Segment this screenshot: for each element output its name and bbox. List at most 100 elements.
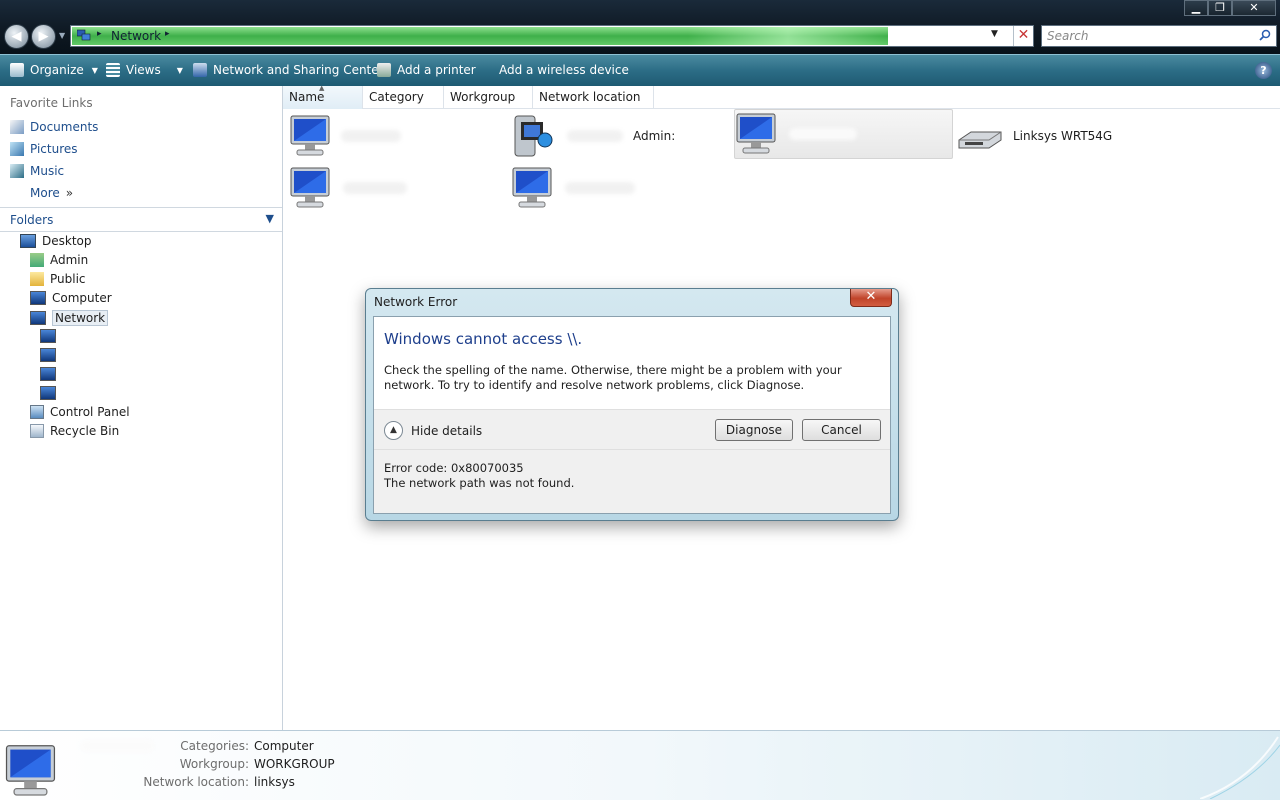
column-label: Name: [289, 90, 325, 104]
tree-item-desktop[interactable]: Desktop: [20, 234, 92, 248]
views-icon: [106, 63, 120, 77]
tree-item-control-panel[interactable]: Control Panel: [30, 405, 130, 419]
computer-icon: [30, 291, 46, 305]
music-icon: [10, 164, 24, 178]
pictures-icon: [10, 142, 24, 156]
views-button[interactable]: Views ▼: [106, 63, 183, 77]
column-label: Category: [369, 90, 424, 104]
column-header-name[interactable]: ▲ Name: [283, 84, 363, 109]
tree-item-network-pc[interactable]: [40, 329, 62, 343]
network-computer-item[interactable]: [289, 164, 499, 212]
column-header-category[interactable]: Category: [363, 86, 444, 109]
chevron-down-icon[interactable]: ▼: [266, 212, 274, 225]
favorite-label: Pictures: [30, 142, 78, 156]
double-chevron-icon: »: [65, 186, 74, 200]
back-button[interactable]: ◀: [4, 24, 29, 49]
dialog-close-button[interactable]: ✕: [850, 289, 892, 307]
hide-details-toggle[interactable]: ▲ Hide details: [384, 421, 482, 440]
folders-title: Folders: [10, 213, 54, 227]
dialog-body: Windows cannot access \\. Check the spel…: [373, 316, 891, 514]
search-input[interactable]: Search: [1041, 25, 1277, 47]
breadcrumb-separator-icon: ▸: [97, 29, 102, 39]
more-links[interactable]: More »: [30, 186, 73, 200]
address-bar[interactable]: ▸ Network ▸ ▼ ✕: [70, 25, 1034, 47]
tree-item-recycle-bin[interactable]: Recycle Bin: [30, 424, 119, 438]
tree-item-computer[interactable]: Computer: [30, 291, 112, 305]
chevron-up-icon: ▲: [384, 421, 403, 440]
workgroup-label: Workgroup:: [179, 757, 249, 771]
network-computer-item-selected[interactable]: [734, 109, 953, 159]
views-label: Views: [126, 63, 161, 77]
categories-label: Categories:: [180, 739, 249, 753]
help-icon[interactable]: ?: [1255, 62, 1272, 79]
network-center-icon: [193, 63, 207, 77]
tree-item-network-pc[interactable]: [40, 386, 62, 400]
decorative-swoosh: [1200, 736, 1280, 799]
stop-button[interactable]: ✕: [1013, 26, 1033, 46]
media-server-icon: [514, 115, 553, 157]
address-dropdown-icon[interactable]: ▼: [991, 29, 998, 39]
more-label: More: [30, 186, 60, 200]
breadcrumb-network[interactable]: Network: [111, 29, 161, 43]
tree-item-network-pc[interactable]: [40, 367, 62, 381]
network-error-dialog: Network Error ✕ Windows cannot access \\…: [365, 288, 899, 521]
network-icon: [77, 29, 91, 41]
router-icon: [958, 131, 1002, 149]
organize-button[interactable]: Organize ▼: [10, 63, 98, 77]
tree-item-network-pc[interactable]: [40, 348, 62, 362]
network-computer-item[interactable]: [289, 112, 499, 160]
add-wireless-label: Add a wireless device: [499, 63, 629, 77]
favorite-documents[interactable]: Documents: [10, 120, 98, 134]
title-bar: ◀ ▶ ▼ ▸ Network ▸ ▼ ✕ Search ▁ ❐ ✕: [0, 0, 1280, 54]
printer-icon: [377, 63, 391, 77]
folders-header[interactable]: Folders ▼: [0, 207, 282, 232]
error-code: Error code: 0x80070035: [384, 461, 524, 475]
router-label: Linksys WRT54G: [1013, 129, 1113, 143]
desktop-icon: [20, 234, 36, 248]
media-device-item[interactable]: Admin:: [511, 112, 721, 160]
network-sharing-center-button[interactable]: Network and Sharing Center: [193, 63, 384, 77]
dialog-button-bar: ▲ Hide details Diagnose Cancel: [374, 409, 890, 450]
chevron-down-icon: ▼: [176, 65, 183, 75]
add-printer-label: Add a printer: [397, 63, 476, 77]
add-wireless-device-button[interactable]: Add a wireless device: [482, 63, 629, 77]
network-location-value: linksys: [254, 775, 295, 789]
column-headers: ▲ Name Category Workgroup Network locati…: [283, 84, 1280, 109]
command-toolbar: Organize ▼ Views ▼ Network and Sharing C…: [0, 54, 1280, 86]
favorite-pictures[interactable]: Pictures: [10, 142, 78, 156]
diagnose-button[interactable]: Diagnose: [715, 419, 793, 441]
tree-item-network[interactable]: Network: [30, 310, 109, 326]
computer-icon: [40, 348, 56, 362]
forward-button[interactable]: ▶: [31, 24, 56, 49]
computer-icon: [290, 115, 330, 156]
user-folder-icon: [30, 253, 44, 267]
details-pane: Categories: Computer Workgroup: WORKGROU…: [0, 730, 1280, 800]
dialog-heading: Windows cannot access \\.: [384, 330, 583, 348]
computer-icon: [40, 386, 56, 400]
dialog-details: Error code: 0x80070035 The network path …: [374, 450, 890, 513]
maximize-button[interactable]: ❐: [1208, 0, 1232, 16]
window-controls: ▁ ❐ ✕: [1184, 0, 1276, 16]
breadcrumb-chevron-icon[interactable]: ▸: [165, 29, 170, 39]
add-printer-button[interactable]: Add a printer: [377, 63, 476, 77]
network-location-label: Network location:: [143, 775, 249, 789]
column-header-network-location[interactable]: Network location: [533, 86, 654, 109]
minimize-button[interactable]: ▁: [1184, 0, 1208, 16]
search-icon[interactable]: [1259, 29, 1271, 41]
computer-icon: [5, 745, 56, 796]
close-button[interactable]: ✕: [1232, 0, 1276, 16]
network-computer-item[interactable]: [511, 164, 721, 212]
network-center-label: Network and Sharing Center: [213, 63, 384, 77]
tree-label: Computer: [52, 291, 112, 305]
tree-item-public[interactable]: Public: [30, 272, 86, 286]
tree-label: Network: [52, 310, 109, 326]
cancel-button[interactable]: Cancel: [802, 419, 881, 441]
column-header-workgroup[interactable]: Workgroup: [444, 86, 533, 109]
arrow-left-icon: ◀: [11, 29, 22, 44]
tree-label: Recycle Bin: [50, 424, 120, 438]
tree-item-admin[interactable]: Admin: [30, 253, 88, 267]
arrow-right-icon: ▶: [38, 29, 49, 44]
favorite-music[interactable]: Music: [10, 164, 64, 178]
router-item[interactable]: Linksys WRT54G: [957, 112, 1177, 160]
recent-pages-dropdown[interactable]: ▼: [59, 31, 67, 40]
